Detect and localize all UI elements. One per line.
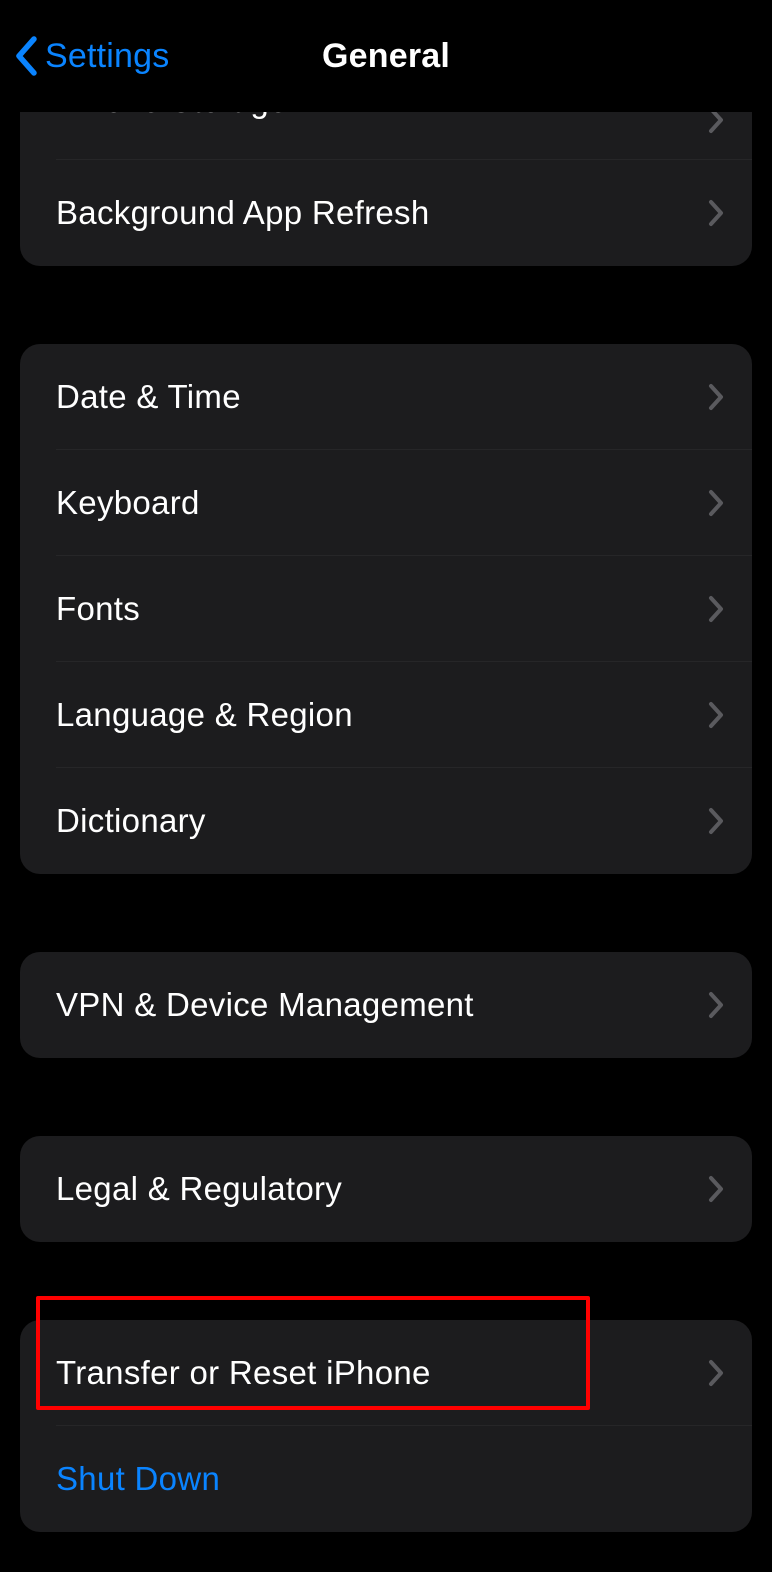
row-date-time[interactable]: Date & Time <box>20 344 752 450</box>
row-label: VPN & Device Management <box>56 986 474 1024</box>
back-button[interactable]: Settings <box>6 0 169 112</box>
row-vpn-device-management[interactable]: VPN & Device Management <box>20 952 752 1058</box>
chevron-right-icon <box>708 489 724 517</box>
chevron-left-icon <box>6 35 46 77</box>
chevron-right-icon <box>708 199 724 227</box>
row-label: Dictionary <box>56 802 206 840</box>
row-shut-down[interactable]: Shut Down <box>20 1426 752 1532</box>
row-label: Language & Region <box>56 696 353 734</box>
row-language-region[interactable]: Language & Region <box>20 662 752 768</box>
row-label: Background App Refresh <box>56 194 430 232</box>
row-label: Legal & Regulatory <box>56 1170 342 1208</box>
group-reset: Transfer or Reset iPhone Shut Down <box>20 1320 752 1532</box>
row-label: Fonts <box>56 590 140 628</box>
row-dictionary[interactable]: Dictionary <box>20 768 752 874</box>
chevron-right-icon <box>708 991 724 1019</box>
chevron-right-icon <box>708 595 724 623</box>
chevron-right-icon <box>708 383 724 411</box>
chevron-right-icon <box>708 807 724 835</box>
row-iphone-storage[interactable]: iPhone Storage <box>20 112 752 160</box>
chevron-right-icon <box>708 1359 724 1387</box>
row-fonts[interactable]: Fonts <box>20 556 752 662</box>
group-datetime: Date & Time Keyboard Fonts Language & Re… <box>20 344 752 874</box>
group-vpn: VPN & Device Management <box>20 952 752 1058</box>
group-storage: iPhone Storage Background App Refresh <box>20 112 752 266</box>
chevron-right-icon <box>708 1175 724 1203</box>
group-legal: Legal & Regulatory <box>20 1136 752 1242</box>
row-label: Keyboard <box>56 484 200 522</box>
row-legal-regulatory[interactable]: Legal & Regulatory <box>20 1136 752 1242</box>
chevron-right-icon <box>708 701 724 729</box>
back-label: Settings <box>45 37 169 76</box>
row-label: Date & Time <box>56 378 241 416</box>
row-label: Transfer or Reset iPhone <box>56 1354 431 1392</box>
row-label: Shut Down <box>56 1460 220 1498</box>
row-label: iPhone Storage <box>56 112 288 120</box>
page-title: General <box>322 37 450 76</box>
settings-list[interactable]: iPhone Storage Background App Refresh Da… <box>0 112 772 1532</box>
row-transfer-reset[interactable]: Transfer or Reset iPhone <box>20 1320 752 1426</box>
row-keyboard[interactable]: Keyboard <box>20 450 752 556</box>
row-background-app-refresh[interactable]: Background App Refresh <box>20 160 752 266</box>
navigation-bar: Settings General <box>0 0 772 112</box>
chevron-right-icon <box>708 112 724 134</box>
